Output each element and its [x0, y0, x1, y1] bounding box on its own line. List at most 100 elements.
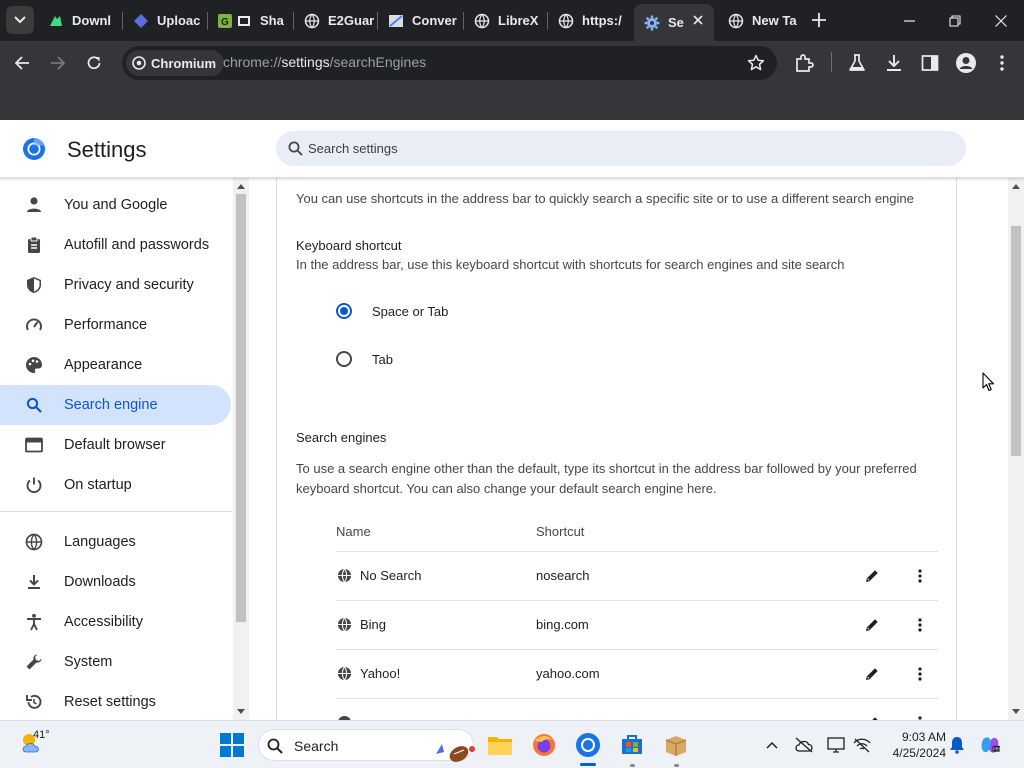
engine-name: Bing — [360, 617, 387, 632]
android-icon — [48, 13, 64, 29]
scroll-up-arrow-icon[interactable] — [1012, 184, 1020, 189]
radio-tab[interactable] — [336, 351, 352, 367]
sidebar-item-label: On startup — [64, 477, 132, 493]
tab-upload[interactable]: Uploac — [123, 6, 203, 35]
sidebar-item-default-browser[interactable]: Default browser — [0, 425, 231, 465]
settings-sidebar: You and Google Autofill and passwords Pr… — [0, 178, 233, 720]
scroll-down-arrow-icon[interactable] — [1012, 709, 1020, 714]
more-actions-button[interactable] — [910, 615, 930, 635]
side-panel-button[interactable] — [919, 52, 941, 74]
bookmark-star-button[interactable] — [747, 54, 765, 77]
globe-icon — [337, 617, 352, 637]
edit-engine-button[interactable] — [862, 566, 882, 586]
taskbar-file-explorer[interactable] — [486, 731, 514, 759]
system-clock[interactable]: 9:03 AM 4/25/2024 — [880, 729, 946, 761]
tray-overflow-button[interactable] — [762, 735, 782, 755]
forward-button[interactable] — [43, 48, 73, 78]
kebab-menu-icon — [918, 569, 922, 583]
windows-taskbar: 41° Search 9:03 AM 4/25/2024 PR — [0, 720, 1024, 768]
sidebar-item-autofill[interactable]: Autofill and passwords — [0, 225, 231, 265]
copilot-button[interactable]: PRE — [980, 735, 1000, 755]
more-actions-button[interactable] — [910, 713, 930, 720]
sidebar-item-privacy[interactable]: Privacy and security — [0, 265, 231, 305]
tab-librex[interactable]: LibreX — [464, 6, 546, 35]
tray-network-volume[interactable] — [852, 735, 872, 755]
radio-label[interactable]: Space or Tab — [372, 304, 448, 319]
sidebar-item-search-engine[interactable]: Search engine — [0, 385, 231, 425]
extensions-button[interactable] — [793, 52, 815, 74]
minimize-button[interactable] — [886, 0, 932, 41]
sidebar-item-downloads[interactable]: Downloads — [0, 562, 231, 602]
tab-share[interactable]: G Sha — [208, 6, 292, 35]
scroll-down-arrow-icon[interactable] — [237, 709, 245, 714]
taskbar-store[interactable] — [618, 731, 646, 759]
notifications-button[interactable] — [947, 735, 967, 755]
edit-engine-button[interactable] — [862, 615, 882, 635]
sidebar-scrollbar-thumb[interactable] — [236, 194, 246, 622]
more-actions-button[interactable] — [910, 566, 930, 586]
sidebar-item-accessibility[interactable]: Accessibility — [0, 602, 231, 642]
profile-button[interactable] — [955, 52, 977, 74]
sidebar-item-appearance[interactable]: Appearance — [0, 345, 231, 385]
tab-e2guardian[interactable]: E2Guar — [294, 6, 376, 35]
tray-display[interactable] — [826, 735, 846, 755]
search-icon — [24, 395, 44, 415]
sidebar-item-label: Privacy and security — [64, 277, 194, 293]
sidebar-item-on-startup[interactable]: On startup — [0, 465, 231, 505]
restore-button[interactable] — [932, 0, 978, 41]
weather-temperature: 41° — [33, 729, 50, 741]
tab-https[interactable]: https:/ — [548, 6, 630, 35]
settings-search-box[interactable] — [276, 131, 966, 166]
tab-new-tab[interactable]: New Ta — [718, 6, 804, 35]
taskbar-chromium[interactable] — [574, 731, 602, 759]
more-actions-button[interactable] — [910, 664, 930, 684]
taskbar-search-box[interactable]: Search — [258, 729, 475, 762]
edit-engine-button[interactable] — [862, 664, 882, 684]
new-tab-button[interactable] — [808, 9, 830, 31]
labs-button[interactable] — [846, 52, 868, 74]
radio-label[interactable]: Tab — [372, 352, 393, 367]
engine-shortcut: nosearch — [536, 568, 590, 583]
scroll-up-arrow-icon[interactable] — [237, 184, 245, 189]
sidebar-item-label: Performance — [64, 317, 148, 333]
settings-search-input[interactable] — [308, 131, 908, 166]
sidebar-item-you-and-google[interactable]: You and Google — [0, 185, 231, 225]
download-icon — [24, 572, 44, 592]
main-scrollbar[interactable] — [1008, 178, 1024, 720]
table-row: Bing bing.com — [336, 601, 938, 649]
tab-downloads[interactable]: Downl — [38, 6, 118, 35]
sidebar-item-reset-settings[interactable]: Reset settings — [0, 682, 231, 720]
back-button[interactable] — [7, 48, 37, 78]
taskbar-archive-app[interactable] — [662, 731, 690, 759]
settings-header: Settings — [0, 120, 1024, 178]
bookmarks-bar — [0, 85, 1024, 120]
chromium-logo-icon — [132, 56, 146, 70]
start-button[interactable] — [220, 733, 244, 762]
avatar-icon — [956, 53, 976, 73]
site-info-chip[interactable]: Chromium — [126, 50, 224, 76]
edit-engine-button[interactable] — [862, 713, 882, 720]
reload-icon — [87, 56, 101, 70]
tab-search-button[interactable] — [6, 6, 34, 34]
address-bar[interactable]: Chromium chrome://settings/searchEngines — [122, 46, 777, 80]
arrow-left-icon — [14, 56, 29, 70]
radio-space-or-tab[interactable] — [336, 303, 352, 319]
table-row: Yahoo! yahoo.com — [336, 650, 938, 698]
engine-shortcut: yahoo.com — [536, 666, 600, 681]
clipboard-icon — [24, 235, 44, 255]
sidebar-scrollbar[interactable] — [233, 178, 249, 720]
reload-button[interactable] — [79, 48, 109, 78]
taskbar-firefox[interactable] — [530, 731, 558, 759]
tab-converter[interactable]: Conver — [378, 6, 462, 35]
sidebar-item-languages[interactable]: Languages — [0, 522, 231, 562]
sidebar-item-system[interactable]: System — [0, 642, 231, 682]
browser-menu-button[interactable] — [991, 52, 1013, 74]
close-tab-button[interactable] — [690, 12, 706, 28]
close-window-button[interactable] — [978, 0, 1024, 41]
svg-text:G: G — [221, 17, 229, 28]
tray-onedrive[interactable] — [794, 735, 814, 755]
sidebar-item-performance[interactable]: Performance — [0, 305, 231, 345]
main-scrollbar-thumb[interactable] — [1011, 226, 1021, 456]
downloads-button[interactable] — [883, 52, 905, 74]
url-text[interactable]: chrome://settings/searchEngines — [223, 54, 426, 70]
